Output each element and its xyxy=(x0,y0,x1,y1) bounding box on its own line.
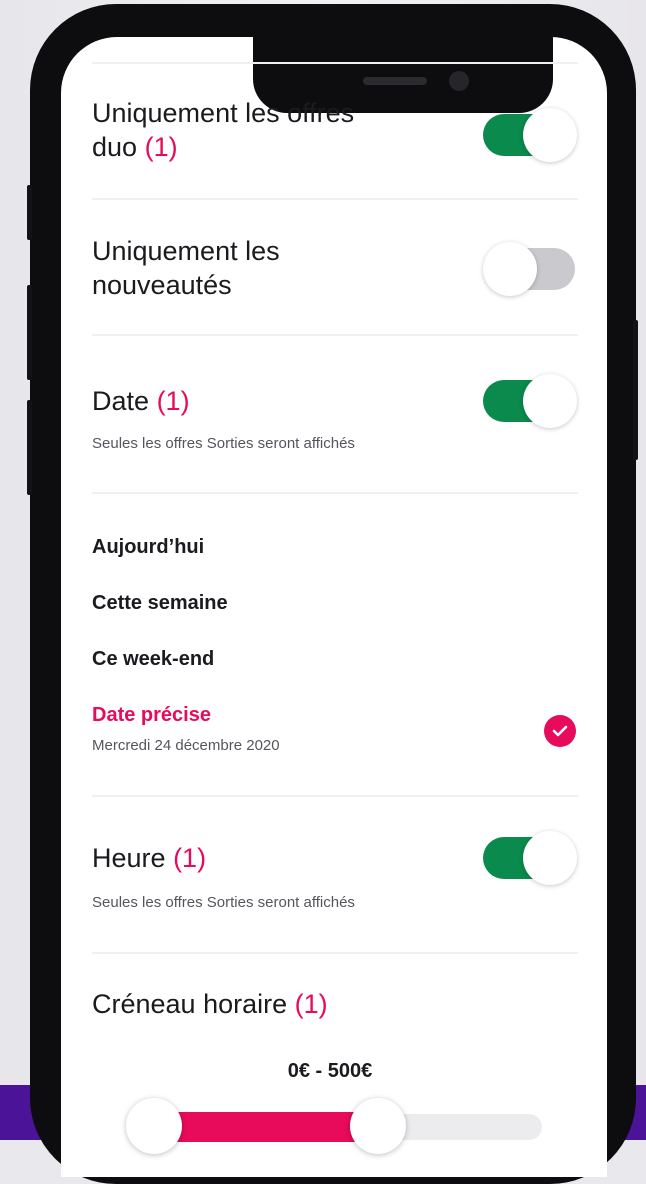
filter-new-text: Uniquement les xyxy=(92,236,280,266)
filter-hour-note: Seules les offres Sorties seront affiché… xyxy=(92,894,355,911)
phone-power-button xyxy=(633,320,638,460)
divider xyxy=(92,334,578,336)
front-camera xyxy=(449,71,469,91)
check-icon xyxy=(544,715,576,747)
selected-date: Mercredi 24 décembre 2020 xyxy=(92,737,280,754)
date-option-today[interactable]: Aujourd’hui xyxy=(92,536,204,559)
divider xyxy=(92,795,578,797)
slider-min-handle[interactable] xyxy=(126,1098,182,1154)
filter-new-label: Uniquement les nouveautés xyxy=(92,234,280,302)
divider xyxy=(92,62,578,64)
filter-duo-label: Uniquement les offres duo (1) xyxy=(92,96,354,164)
phone-side-button xyxy=(27,185,32,240)
toggle-knob xyxy=(523,831,577,885)
speaker-grille xyxy=(363,77,427,85)
toggle-new[interactable] xyxy=(483,242,577,296)
filter-duo-text: Uniquement les offres xyxy=(92,98,355,128)
filter-date-label: Date (1) xyxy=(92,384,190,418)
phone-volume-up xyxy=(27,285,32,380)
divider xyxy=(92,198,578,200)
toggle-knob xyxy=(483,242,537,296)
filter-hour-text: Heure xyxy=(92,843,166,873)
filter-duo-count: (1) xyxy=(144,132,178,162)
date-option-weekend[interactable]: Ce week-end xyxy=(92,648,214,671)
filter-slot-count: (1) xyxy=(294,989,328,1019)
filter-hour-count: (1) xyxy=(173,843,207,873)
filter-date-note: Seules les offres Sorties seront affiché… xyxy=(92,435,355,452)
toggle-knob xyxy=(523,374,577,428)
range-value: 0€ - 500€ xyxy=(287,1060,373,1082)
slider-selected-range xyxy=(152,1112,378,1142)
filter-duo-text-2: duo xyxy=(92,132,138,162)
phone-volume-down xyxy=(27,400,32,495)
date-option-precise[interactable]: Date précise xyxy=(92,704,211,727)
toggle-duo[interactable] xyxy=(483,108,577,162)
filter-date-text: Date xyxy=(92,386,150,416)
toggle-date[interactable] xyxy=(483,374,577,428)
filter-new-text-2: nouveautés xyxy=(92,270,232,300)
filter-hour-label: Heure (1) xyxy=(92,841,206,875)
toggle-knob xyxy=(523,108,577,162)
divider xyxy=(92,952,578,954)
toggle-hour[interactable] xyxy=(483,831,577,885)
slider-max-handle[interactable] xyxy=(350,1098,406,1154)
filter-date-count: (1) xyxy=(156,386,190,416)
divider xyxy=(92,492,578,494)
filter-slot-label: Créneau horaire (1) xyxy=(92,987,328,1021)
date-option-week[interactable]: Cette semaine xyxy=(92,592,228,615)
filter-slot-text: Créneau horaire xyxy=(92,989,288,1019)
